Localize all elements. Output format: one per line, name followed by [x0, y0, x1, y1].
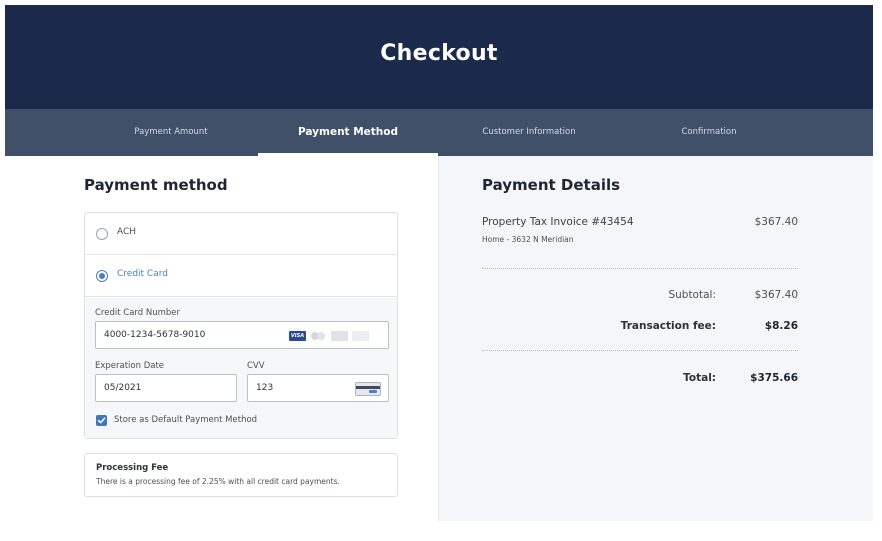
- cvv-value: 123: [256, 383, 274, 393]
- total-label: Total:: [683, 372, 716, 384]
- divider: [482, 350, 798, 351]
- card-number-value: 4000-1234-5678-9010: [104, 330, 206, 340]
- step-customer-information[interactable]: Customer Information: [439, 109, 619, 156]
- page-title: Checkout: [380, 41, 498, 66]
- step-confirmation[interactable]: Confirmation: [619, 109, 799, 156]
- transaction-fee-value: $8.26: [764, 320, 798, 332]
- card-back-icon: [355, 382, 381, 396]
- payment-options: ACH Credit Card Credit Card Number 4000-…: [84, 212, 398, 439]
- ach-radio[interactable]: [96, 228, 108, 240]
- page-header: Checkout: [5, 5, 873, 109]
- processing-fee-title: Processing Fee: [96, 463, 169, 473]
- expiration-input[interactable]: 05/2021: [95, 374, 237, 402]
- processing-fee-box: Processing Fee There is a processing fee…: [84, 453, 398, 497]
- ach-label: ACH: [117, 227, 137, 237]
- divider: [482, 268, 798, 269]
- cvv-input[interactable]: 123: [247, 374, 389, 402]
- invoice-amount: $367.40: [754, 216, 798, 228]
- credit-card-label: Credit Card: [117, 269, 168, 279]
- store-default-checkbox[interactable]: [96, 415, 107, 426]
- payment-method-title: Payment method: [84, 176, 228, 194]
- step-payment-method[interactable]: Payment Method: [258, 109, 438, 156]
- card-number-label: Credit Card Number: [95, 308, 180, 318]
- subtotal-label: Subtotal:: [668, 289, 716, 301]
- processing-fee-text: There is a processing fee of 2.25% with …: [96, 477, 340, 486]
- checkout-page: Checkout Payment Amount Payment Method C…: [5, 5, 873, 521]
- transaction-fee-label: Transaction fee:: [620, 320, 716, 332]
- payment-details-title: Payment Details: [482, 176, 621, 194]
- mastercard-icon: [310, 331, 327, 341]
- payment-details-panel: Payment Details Property Tax Invoice #43…: [439, 156, 873, 521]
- subtotal-value: $367.40: [754, 289, 798, 301]
- discover-icon: [352, 331, 369, 341]
- expiration-value: 05/2021: [104, 383, 142, 393]
- store-default-label: Store as Default Payment Method: [114, 415, 258, 425]
- expiration-label: Experation Date: [95, 361, 165, 371]
- card-number-input[interactable]: 4000-1234-5678-9010 VISA: [95, 321, 389, 349]
- credit-card-form: Credit Card Number 4000-1234-5678-9010 V…: [85, 298, 397, 438]
- invoice-address: Home - 3632 N Meridian: [482, 235, 574, 244]
- credit-card-radio[interactable]: [96, 270, 108, 282]
- visa-icon: VISA: [289, 331, 306, 341]
- amex-icon: [331, 331, 348, 341]
- payment-method-panel: Payment method ACH Credit Card Credit Ca…: [5, 156, 439, 521]
- option-credit-card[interactable]: Credit Card: [85, 255, 397, 297]
- checkmark-icon: [97, 417, 106, 424]
- checkout-steps: Payment Amount Payment Method Customer I…: [5, 109, 873, 156]
- option-ach[interactable]: ACH: [85, 213, 397, 255]
- invoice-title: Property Tax Invoice #43454: [482, 216, 634, 228]
- step-payment-amount[interactable]: Payment Amount: [85, 109, 257, 156]
- cvv-label: CVV: [247, 361, 265, 371]
- total-value: $375.66: [750, 372, 798, 384]
